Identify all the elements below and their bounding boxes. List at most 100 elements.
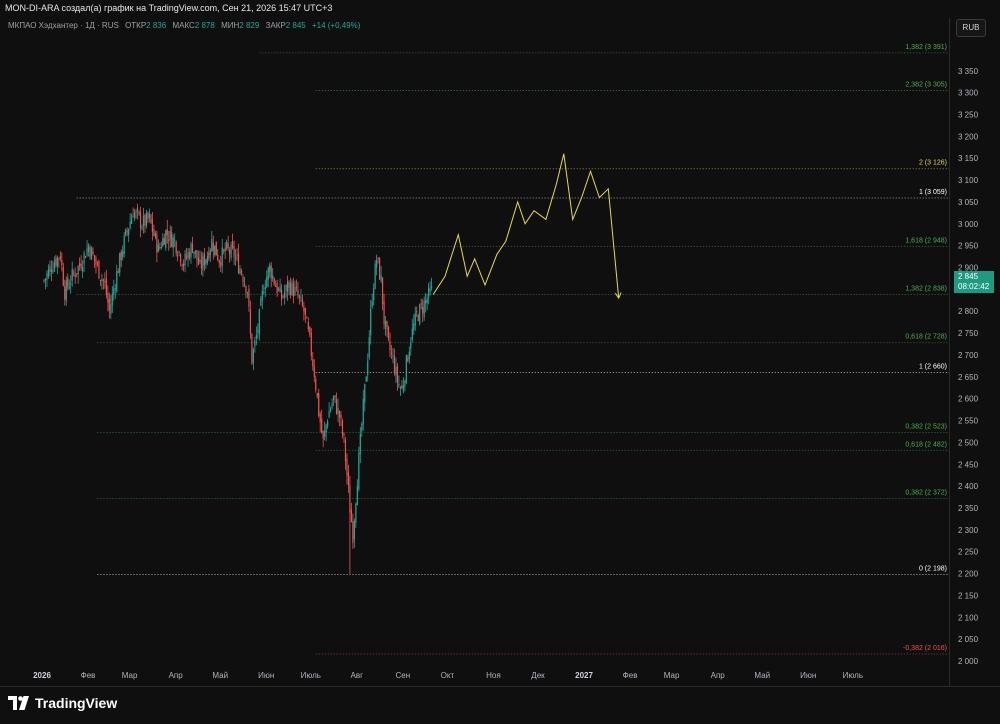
candle-body <box>358 453 360 490</box>
x-tick-label: 2026 <box>33 671 51 680</box>
candle-body <box>292 283 295 297</box>
candle-body <box>243 283 246 286</box>
candle-body <box>154 233 156 237</box>
candle-body <box>65 280 67 301</box>
y-tick-label: 2 150 <box>958 591 979 600</box>
candle-body <box>405 355 407 383</box>
candle-body <box>407 357 409 362</box>
y-tick-label: 2 250 <box>958 548 979 557</box>
candle-body <box>44 278 47 281</box>
candle-body <box>136 207 139 211</box>
candle-body <box>157 244 159 252</box>
candle-body <box>178 251 180 253</box>
candle-body <box>291 282 293 295</box>
fib-level-label: 0,382 (2 372) <box>905 489 947 496</box>
candle-body <box>49 265 51 272</box>
candle-body <box>334 395 336 398</box>
candle-body <box>249 309 252 334</box>
candle-body <box>322 431 324 439</box>
candle-body <box>233 246 235 258</box>
candle-body <box>111 293 113 306</box>
tradingview-logo[interactable]: TradingView <box>8 695 117 711</box>
candle-body <box>303 306 305 312</box>
candle-body <box>301 298 303 306</box>
candle-body <box>300 296 302 298</box>
candle-body <box>145 213 148 226</box>
y-tick-label: 3 350 <box>958 67 979 76</box>
candle-body <box>411 328 413 341</box>
candle-body <box>402 385 404 391</box>
candle-body <box>73 272 75 274</box>
candle-body <box>190 243 192 257</box>
x-tick-label: Июль <box>843 671 863 680</box>
candle-body <box>264 287 266 290</box>
y-tick-label: 2 950 <box>958 242 979 251</box>
candle-body <box>226 241 228 249</box>
x-tick-label: Апр <box>711 671 726 680</box>
candle-body <box>240 270 243 275</box>
candle-body <box>343 433 345 436</box>
price-scale-background[interactable] <box>950 0 1000 686</box>
y-tick-label: 2 550 <box>958 417 979 426</box>
y-tick-label: 2 800 <box>958 307 979 316</box>
candle-body <box>330 408 332 412</box>
fib-level-label: -0,382 (2 016) <box>903 645 947 652</box>
candle-body <box>197 258 200 265</box>
price-chart[interactable]: 1,382 (3 391) 2,382 (3 305) 2 (3 126) 1 (3 … <box>0 0 1000 686</box>
y-tick-label: 2 700 <box>958 351 979 360</box>
candle-body <box>122 251 124 257</box>
candle-body <box>199 259 201 263</box>
candle-body <box>383 301 385 324</box>
candle-body <box>399 387 401 389</box>
last-price: 2 845 <box>958 272 979 281</box>
candle-body <box>260 298 262 306</box>
footer <box>0 686 1000 724</box>
candle-body <box>220 262 222 266</box>
y-tick-label: 2 650 <box>958 373 979 382</box>
candle-body <box>392 355 394 357</box>
candle-body <box>110 304 112 314</box>
candle-body <box>242 276 244 283</box>
candle-body <box>160 247 162 249</box>
candle-body <box>286 281 289 292</box>
y-tick-label: 2 050 <box>958 635 979 644</box>
candle-body <box>419 304 421 324</box>
currency-button[interactable]: RUB <box>956 19 986 37</box>
candle-body <box>408 351 410 359</box>
candle-body <box>279 286 281 293</box>
candle-body <box>90 247 93 260</box>
candle-body <box>306 317 308 319</box>
candle-body <box>236 254 238 256</box>
candle-body <box>84 256 87 259</box>
candle-body <box>386 320 388 330</box>
x-tick-label: Ноя <box>486 671 501 680</box>
candle-body <box>371 300 373 307</box>
candle-body <box>123 235 125 254</box>
y-tick-label: 2 750 <box>958 329 979 338</box>
candle-body <box>298 295 301 298</box>
candle-body <box>398 384 400 386</box>
y-tick-label: 2 600 <box>958 395 979 404</box>
candle-body <box>67 277 69 287</box>
candle-body <box>396 366 399 383</box>
candle-body <box>108 298 110 311</box>
candle-body <box>380 275 382 282</box>
candle-body <box>362 398 364 425</box>
fib-level-label: 0 (2 198) <box>919 565 947 572</box>
candle-body <box>365 376 367 382</box>
candle-body <box>430 286 433 289</box>
candle-body <box>214 245 216 256</box>
candle-body <box>273 278 275 285</box>
y-tick-label: 3 000 <box>958 220 979 229</box>
candle-body <box>196 250 198 260</box>
candle-body <box>327 421 329 426</box>
candle-body <box>162 238 164 247</box>
candle-body <box>283 292 286 298</box>
candles <box>43 203 433 575</box>
candle-body <box>142 215 145 227</box>
candle-body <box>221 247 223 267</box>
candle-body <box>275 286 277 288</box>
candle-body <box>95 258 97 265</box>
candle-body <box>341 420 344 435</box>
candle-body <box>390 352 393 354</box>
